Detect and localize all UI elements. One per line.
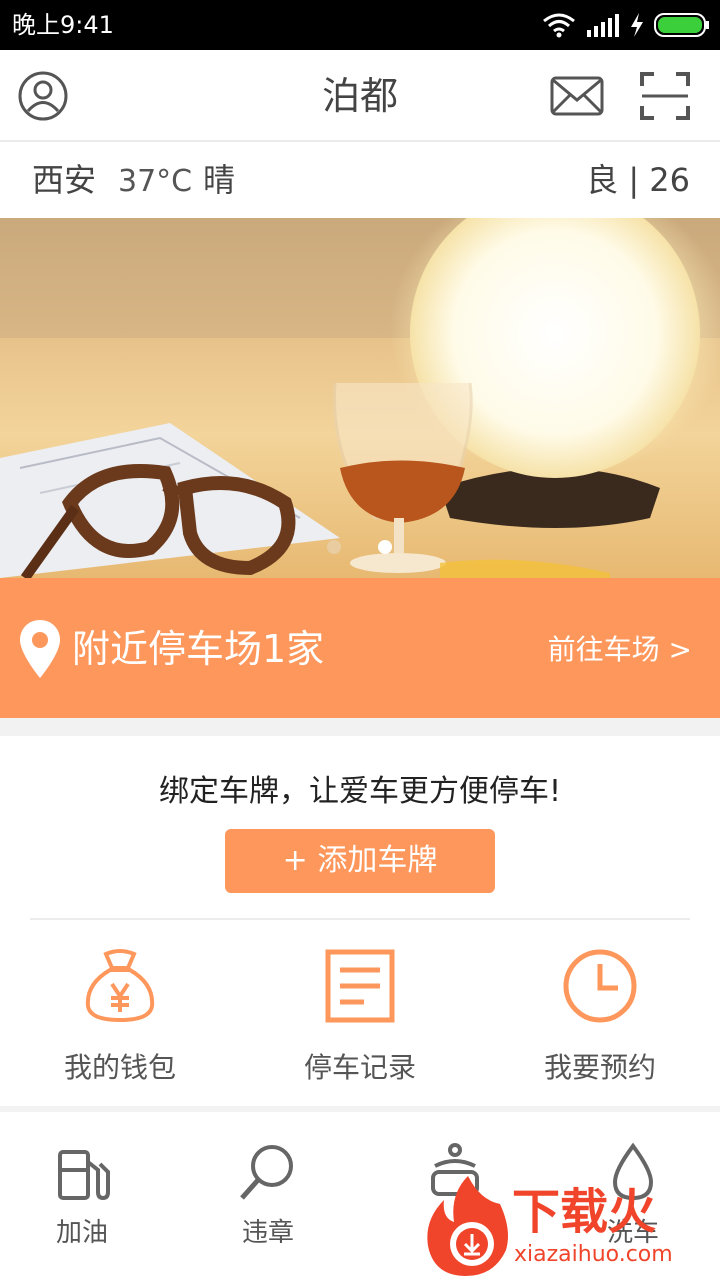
quick-action-wallet[interactable]: 我的钱包 xyxy=(30,946,210,1086)
scan-icon xyxy=(640,72,690,120)
app-header: 泊都 xyxy=(0,50,720,142)
bind-plate-card: 绑定车牌，让爱车更方便停车! + 添加车牌 我的钱包 停车记录 我要预约 xyxy=(0,736,720,1106)
wifi-icon xyxy=(543,13,575,38)
document-icon xyxy=(325,949,395,1023)
carousel-dot-2[interactable] xyxy=(378,540,392,554)
nearby-parking-count: 附近停车场1家 xyxy=(72,627,325,671)
clock-icon xyxy=(563,949,637,1023)
add-plate-button[interactable]: + 添加车牌 xyxy=(225,829,495,893)
watermark-url: xiazaihuo.com xyxy=(514,1242,673,1267)
messages-button[interactable] xyxy=(546,68,608,124)
mail-icon xyxy=(550,76,604,116)
flame-logo-icon xyxy=(427,1176,508,1276)
battery-icon xyxy=(654,13,709,37)
weather-city: 西安 xyxy=(32,161,97,199)
location-pin-icon xyxy=(20,620,60,678)
search-icon xyxy=(240,1145,293,1200)
status-bar: 晚上9:41 xyxy=(0,0,720,50)
nav-item-violations[interactable]: 违章 xyxy=(193,1142,343,1272)
scan-button[interactable] xyxy=(636,68,694,124)
weather-bar: 西安 37°C 晴 良 | 26 xyxy=(0,142,720,218)
quick-action-parking-records[interactable]: 停车记录 xyxy=(270,946,450,1086)
status-icons xyxy=(542,10,710,40)
charging-icon xyxy=(631,13,643,37)
nav-label: 违章 xyxy=(241,1218,294,1248)
watermark: 下载火 xiazaihuo.com xyxy=(420,1170,720,1280)
status-time: 晚上9:41 xyxy=(12,11,114,39)
nav-item-fuel[interactable]: 加油 xyxy=(7,1142,157,1272)
bind-plate-prompt: 绑定车牌，让爱车更方便停车! xyxy=(158,774,562,809)
quick-action-label: 我要预约 xyxy=(543,1051,656,1084)
page-title: 泊都 xyxy=(321,74,398,118)
air-quality: 良 | 26 xyxy=(586,161,690,199)
carousel-dot-1[interactable] xyxy=(327,540,341,554)
divider xyxy=(30,918,690,920)
nearby-parking-bar[interactable]: 附近停车场1家 前往车场 > xyxy=(0,578,720,718)
quick-action-label: 停车记录 xyxy=(303,1051,416,1084)
watermark-brand: 下载火 xyxy=(512,1184,657,1240)
quick-action-reserve[interactable]: 我要预约 xyxy=(510,946,690,1086)
weather-condition: 晴 xyxy=(203,161,236,199)
signal-icon xyxy=(587,14,619,37)
banner-carousel[interactable] xyxy=(0,218,720,578)
money-bag-icon xyxy=(85,949,155,1023)
nav-label: 加油 xyxy=(55,1218,108,1248)
banner-image xyxy=(0,218,720,578)
weather-temperature: 37°C xyxy=(118,164,193,199)
fuel-icon xyxy=(58,1150,110,1201)
quick-action-label: 我的钱包 xyxy=(63,1051,176,1084)
go-to-parking-link[interactable]: 前往车场 > xyxy=(548,632,692,668)
